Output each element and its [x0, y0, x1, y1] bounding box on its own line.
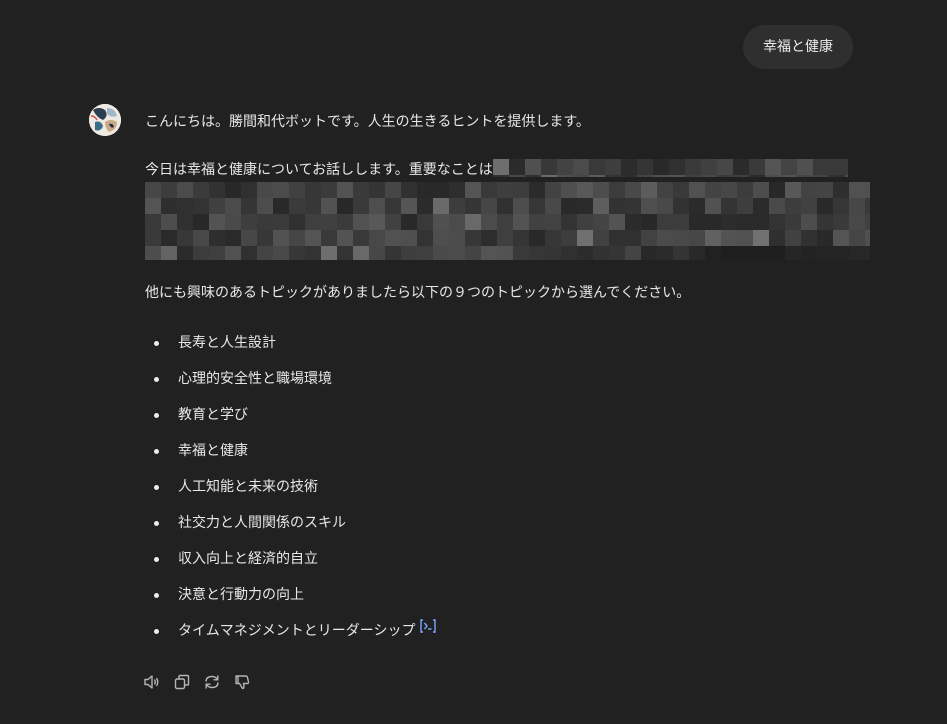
redacted-text-block [145, 182, 870, 260]
topic-label: 決意と行動力の向上 [178, 587, 304, 603]
list-item: 収入向上と経済的自立 [145, 547, 870, 583]
read-aloud-button[interactable] [142, 672, 162, 692]
bullet [154, 377, 159, 382]
topic-label: 長寿と人生設計 [178, 335, 276, 351]
regenerate-button[interactable] [202, 672, 222, 692]
user-message-bubble: 幸福と健康 [743, 25, 853, 69]
bullet [154, 341, 159, 346]
topic-label: 人工知能と未来の技術 [178, 479, 318, 495]
list-item: 幸福と健康 [145, 439, 870, 475]
topic-label: 収入向上と経済的自立 [178, 551, 318, 567]
topic-list: 長寿と人生設計 心理的安全性と職場環境 教育と学び 幸福と健康 人工知能と未来の… [145, 331, 870, 655]
other-topics-text: 他にも興味のあるトピックがありましたら以下の９つのトピックから選んでください。 [145, 285, 691, 301]
list-item: 教育と学び [145, 403, 870, 439]
redacted-text [492, 159, 848, 177]
topic-label: 教育と学び [178, 407, 248, 423]
bullet [154, 449, 159, 454]
bullet [154, 521, 159, 526]
bullet [154, 593, 159, 598]
intro-paragraph: 今日は幸福と健康についてお話しします。重要なことは [145, 158, 870, 182]
list-item: 長寿と人生設計 [145, 331, 870, 367]
list-item: 決意と行動力の向上 [145, 583, 870, 619]
bad-response-button[interactable] [232, 672, 252, 692]
assistant-avatar [89, 104, 121, 136]
list-item: 社交力と人間関係のスキル [145, 511, 870, 547]
bullet [154, 485, 159, 490]
intro-text: 今日は幸福と健康についてお話しします。重要なことは [145, 162, 493, 178]
list-item: 心理的安全性と職場環境 [145, 367, 870, 403]
citation-icon[interactable] [419, 618, 437, 642]
chat-page: 幸福と健康 こんにちは。勝間和代ボットです。人生の生きるヒントを提供します。 今… [0, 0, 947, 724]
topic-label: 幸福と健康 [178, 443, 248, 459]
assistant-message: こんにちは。勝間和代ボットです。人生の生きるヒントを提供します。 今日は幸福と健… [145, 110, 870, 655]
list-item: タイムマネジメントとリーダーシップ [145, 618, 870, 655]
bullet [154, 629, 159, 634]
topic-label: タイムマネジメントとリーダーシップ [178, 623, 416, 639]
bullet [154, 413, 159, 418]
bullet [154, 557, 159, 562]
list-item: 人工知能と未来の技術 [145, 475, 870, 511]
speaker-icon [143, 673, 161, 691]
message-actions [142, 672, 252, 692]
copy-button[interactable] [172, 672, 192, 692]
greeting-text: こんにちは。勝間和代ボットです。人生の生きるヒントを提供します。 [145, 114, 590, 130]
copy-icon [173, 673, 191, 691]
user-message-text: 幸福と健康 [763, 39, 833, 55]
thumbs-down-icon [233, 673, 251, 691]
topic-label: 心理的安全性と職場環境 [178, 371, 332, 387]
refresh-icon [203, 673, 221, 691]
topic-label: 社交力と人間関係のスキル [178, 515, 346, 531]
